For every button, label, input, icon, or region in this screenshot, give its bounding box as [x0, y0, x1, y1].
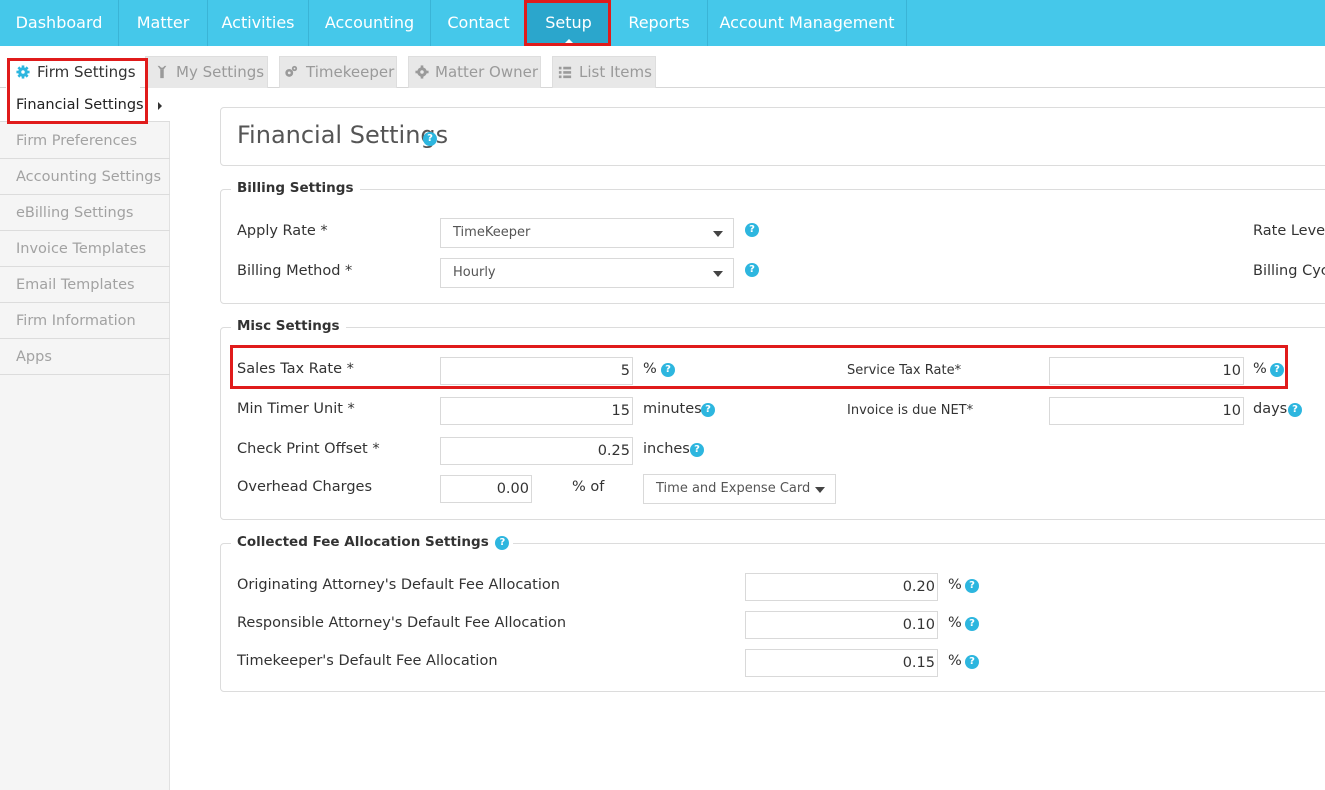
- top-navigation: Dashboard Matter Activities Accounting C…: [0, 0, 1325, 46]
- help-icon[interactable]: ?: [745, 263, 759, 277]
- settings-sidebar: Financial Settings Firm Preferences Acco…: [0, 88, 170, 790]
- originating-allocation-unit: %: [948, 577, 962, 593]
- help-icon[interactable]: ?: [965, 617, 979, 631]
- sidebar-item-email-templates[interactable]: Email Templates: [0, 267, 170, 303]
- sidebar-item-label: Financial Settings: [16, 97, 144, 113]
- help-icon[interactable]: ?: [1288, 403, 1302, 417]
- gear-icon: [415, 65, 429, 79]
- help-icon[interactable]: ?: [661, 363, 675, 377]
- tab-my-settings[interactable]: My Settings: [145, 56, 268, 88]
- help-icon[interactable]: ?: [745, 223, 759, 237]
- tab-label: Firm Settings: [37, 63, 136, 81]
- nav-setup[interactable]: Setup: [527, 0, 611, 46]
- misc-settings-panel: Misc Settings Sales Tax Rate * 5 % ? Ser…: [220, 318, 1325, 520]
- billing-settings-legend: Billing Settings: [231, 180, 360, 196]
- help-icon[interactable]: ?: [965, 655, 979, 669]
- nav-activities[interactable]: Activities: [208, 0, 309, 46]
- rate-level-label: Rate Level: [1253, 223, 1325, 239]
- nav-accounting[interactable]: Accounting: [309, 0, 431, 46]
- page-title: Financial Settings: [237, 121, 449, 149]
- apply-rate-value: TimeKeeper: [453, 225, 531, 240]
- page-header: Financial Settings ?: [220, 107, 1325, 166]
- help-icon[interactable]: ?: [965, 579, 979, 593]
- gear-icon: [16, 65, 30, 79]
- overhead-label: Overhead Charges: [237, 479, 373, 495]
- sales-tax-label: Sales Tax Rate *: [237, 361, 354, 377]
- billing-method-value: Hourly: [453, 265, 496, 280]
- sales-tax-input[interactable]: 5: [440, 357, 633, 385]
- billing-cycle-label: Billing Cycl: [1253, 263, 1325, 279]
- sidebar-item-ebilling-settings[interactable]: eBilling Settings: [0, 195, 170, 231]
- billing-method-label: Billing Method *: [237, 263, 353, 279]
- gears-icon: [285, 65, 298, 77]
- sidebar-item-invoice-templates[interactable]: Invoice Templates: [0, 231, 170, 267]
- tab-label: Matter Owner: [435, 63, 539, 81]
- originating-allocation-label: Originating Attorney's Default Fee Alloc…: [237, 577, 560, 593]
- tab-firm-settings[interactable]: Firm Settings: [6, 56, 140, 88]
- help-icon[interactable]: ?: [690, 443, 704, 457]
- billing-method-select[interactable]: Hourly: [440, 258, 734, 288]
- help-icon[interactable]: ?: [1270, 363, 1284, 377]
- tab-list-items[interactable]: List Items: [552, 56, 656, 88]
- timekeeper-allocation-label: Timekeeper's Default Fee Allocation: [237, 653, 498, 669]
- list-icon: [558, 66, 572, 79]
- fee-allocation-legend-text: Collected Fee Allocation Settings: [237, 534, 489, 550]
- service-tax-input[interactable]: 10: [1049, 357, 1244, 385]
- caret-down-icon: [713, 271, 723, 277]
- nav-matter[interactable]: Matter: [119, 0, 208, 46]
- service-tax-unit: %: [1253, 361, 1267, 377]
- tab-matter-owner[interactable]: Matter Owner: [408, 56, 541, 88]
- nav-dashboard[interactable]: Dashboard: [0, 0, 119, 46]
- tab-label: List Items: [579, 63, 652, 81]
- responsible-allocation-input[interactable]: 0.10: [745, 611, 938, 639]
- chevron-right-icon: [158, 102, 162, 110]
- misc-settings-legend: Misc Settings: [231, 318, 346, 334]
- min-timer-label: Min Timer Unit *: [237, 401, 355, 417]
- fee-allocation-panel: Collected Fee Allocation Settings ? Orig…: [220, 534, 1325, 692]
- check-offset-input[interactable]: 0.25: [440, 437, 633, 465]
- originating-allocation-input[interactable]: 0.20: [745, 573, 938, 601]
- sidebar-item-apps[interactable]: Apps: [0, 339, 170, 375]
- user-wrench-icon: [157, 65, 167, 79]
- overhead-basis-value: Time and Expense Card: [656, 481, 811, 496]
- help-icon[interactable]: ?: [423, 132, 437, 146]
- sales-tax-unit: %: [643, 361, 657, 377]
- sidebar-item-accounting-settings[interactable]: Accounting Settings: [0, 159, 170, 195]
- sidebar-item-financial-settings[interactable]: Financial Settings: [0, 88, 170, 122]
- settings-tabs: Firm Settings My Settings Timekeeper Mat…: [0, 46, 1325, 88]
- tab-label: My Settings: [176, 63, 265, 81]
- nav-reports[interactable]: Reports: [611, 0, 708, 46]
- overhead-basis-select[interactable]: Time and Expense Card: [643, 474, 836, 504]
- sidebar-item-firm-preferences[interactable]: Firm Preferences: [0, 123, 170, 159]
- invoice-due-label: Invoice is due NET*: [847, 403, 974, 418]
- fee-allocation-legend: Collected Fee Allocation Settings ?: [231, 534, 514, 551]
- check-offset-label: Check Print Offset *: [237, 441, 380, 457]
- tab-timekeeper[interactable]: Timekeeper: [279, 56, 397, 88]
- check-offset-unit: inches: [643, 441, 690, 457]
- nav-account-management[interactable]: Account Management: [708, 0, 907, 46]
- billing-settings-panel: Billing Settings Apply Rate * TimeKeeper…: [220, 180, 1325, 304]
- help-icon[interactable]: ?: [495, 536, 510, 550]
- caret-down-icon: [713, 231, 723, 237]
- min-timer-unit: minutes: [643, 401, 702, 417]
- timekeeper-allocation-input[interactable]: 0.15: [745, 649, 938, 677]
- overhead-input[interactable]: 0.00: [440, 475, 532, 503]
- timekeeper-allocation-unit: %: [948, 653, 962, 669]
- service-tax-label: Service Tax Rate*: [847, 363, 962, 378]
- apply-rate-select[interactable]: TimeKeeper: [440, 218, 734, 248]
- invoice-due-unit: days: [1253, 401, 1288, 417]
- min-timer-input[interactable]: 15: [440, 397, 633, 425]
- nav-contact[interactable]: Contact: [431, 0, 527, 46]
- apply-rate-label: Apply Rate *: [237, 223, 328, 239]
- sidebar-item-firm-information[interactable]: Firm Information: [0, 303, 170, 339]
- responsible-allocation-unit: %: [948, 615, 962, 631]
- help-icon[interactable]: ?: [701, 403, 715, 417]
- responsible-allocation-label: Responsible Attorney's Default Fee Alloc…: [237, 615, 567, 631]
- invoice-due-input[interactable]: 10: [1049, 397, 1244, 425]
- caret-down-icon: [815, 487, 825, 493]
- overhead-unit: % of: [572, 479, 605, 495]
- tab-label: Timekeeper: [306, 63, 395, 81]
